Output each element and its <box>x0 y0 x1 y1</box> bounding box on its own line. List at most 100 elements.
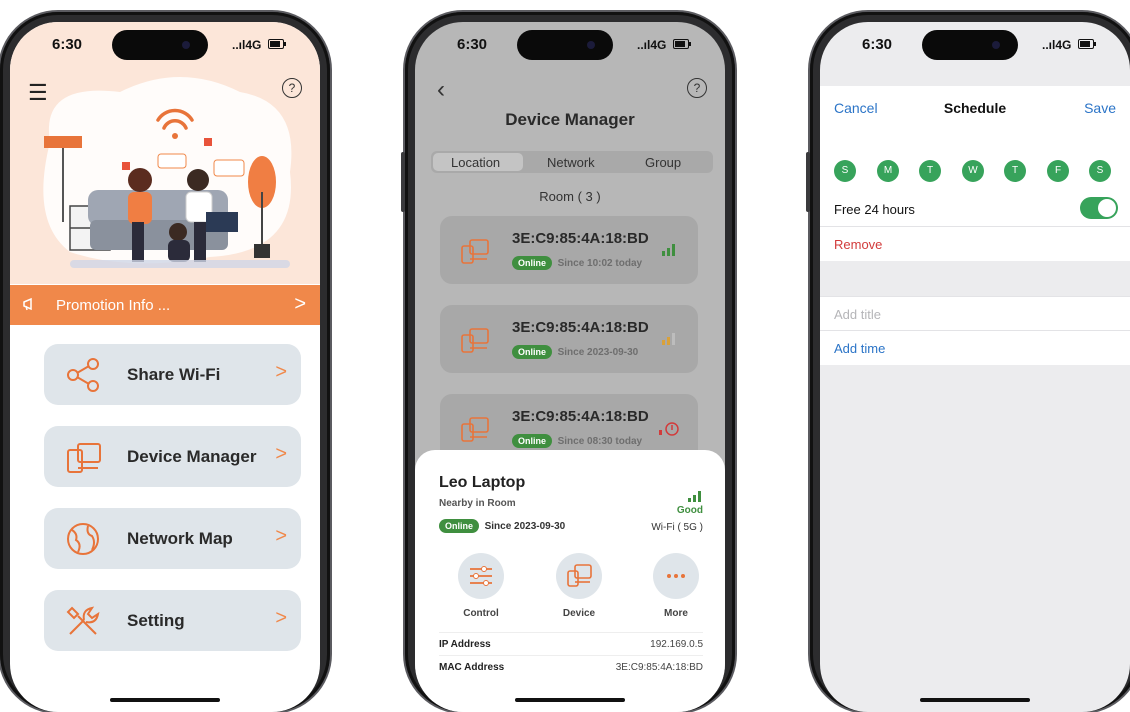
info-key: IP Address <box>439 639 491 650</box>
remove-button[interactable]: Remove <box>834 237 882 252</box>
hamburger-menu-icon[interactable]: ☰ <box>28 80 48 106</box>
device-status: Online Since 08:30 today <box>512 434 642 448</box>
chevron-right-icon: > <box>275 525 287 547</box>
free-24-hours-row: Free 24 hours <box>820 192 1130 226</box>
free-24-hours-label: Free 24 hours <box>834 202 915 217</box>
chevron-right-icon: > <box>294 293 306 315</box>
schedule-nav-bar: Cancel Schedule Save <box>820 86 1130 146</box>
tab-network[interactable]: Network <box>547 155 595 170</box>
dynamic-island <box>922 30 1018 60</box>
status-bar: 6:30 ..ıl4G <box>415 22 725 76</box>
status-bar: 6:30 ..ıl4G <box>10 22 320 76</box>
info-value: 192.169.0.5 <box>650 639 703 650</box>
home-indicator <box>515 698 625 702</box>
day-saturday-toggle[interactable]: S <box>1089 160 1111 182</box>
wifi-band: Wi-Fi ( 5G ) <box>651 522 703 533</box>
signal-indicator: ..ıl4G <box>1042 38 1072 52</box>
device-mac: 3E:C9:85:4A:18:BD <box>512 230 649 247</box>
status-time: 6:30 <box>52 36 83 53</box>
chevron-right-icon: > <box>275 361 287 383</box>
add-time-button[interactable]: Add time <box>834 341 885 356</box>
device-card[interactable]: 3E:C9:85:4A:18:BD Online Since 10:02 tod… <box>440 216 698 284</box>
tab-group[interactable]: Group <box>645 155 681 170</box>
remove-row[interactable]: Remove <box>820 226 1130 261</box>
room-label: Room ( 3 ) <box>539 189 601 204</box>
device-button[interactable] <box>556 553 602 599</box>
network-map-label: Network Map <box>127 529 233 548</box>
home-indicator <box>920 698 1030 702</box>
device-mac: 3E:C9:85:4A:18:BD <box>512 408 649 425</box>
device-manager-button[interactable]: Device Manager > <box>44 426 301 487</box>
tab-location[interactable]: Location <box>451 155 500 170</box>
day-tuesday-toggle[interactable]: T <box>919 160 941 182</box>
more-icon <box>667 574 685 578</box>
save-button[interactable]: Save <box>1084 100 1116 116</box>
online-badge: Online <box>439 519 480 533</box>
device-manager-label: Device Manager <box>127 447 257 466</box>
add-time-row[interactable]: Add time <box>820 330 1130 365</box>
dynamic-island <box>112 30 208 60</box>
sliders-icon <box>470 566 492 586</box>
device-detail-sheet: Leo Laptop Nearby in Room Online Since 2… <box>415 450 725 712</box>
add-title-input[interactable]: Add title <box>834 307 881 322</box>
device-since: Since 2023-09-30 <box>557 347 639 358</box>
phone-home: 6:30 ..ıl4G ☰ ? Promotion Info ... > Sha… <box>0 12 330 712</box>
promotion-label: Promotion Info ... <box>56 297 171 314</box>
device-since: Since 10:02 today <box>557 258 643 269</box>
promotion-banner[interactable]: Promotion Info ... > <box>10 285 320 325</box>
globe-icon <box>64 520 102 558</box>
control-button[interactable] <box>458 553 504 599</box>
day-monday-toggle[interactable]: M <box>877 160 899 182</box>
battery-icon <box>1078 39 1096 49</box>
add-title-row[interactable]: Add title <box>820 296 1130 331</box>
help-icon[interactable]: ? <box>687 78 707 98</box>
signal-indicator: ..ıl4G <box>637 38 667 52</box>
tools-icon <box>64 602 102 640</box>
battery-icon <box>673 39 691 49</box>
device-name: Leo Laptop <box>439 474 526 491</box>
segmented-tabs: Location Network Group <box>431 151 713 173</box>
info-key: MAC Address <box>439 662 505 673</box>
online-badge: Online <box>512 434 553 448</box>
info-row-ip: IP Address 192.169.0.5 <box>439 632 703 653</box>
free-24-hours-switch[interactable] <box>1080 197 1118 219</box>
day-thursday-toggle[interactable]: T <box>1004 160 1026 182</box>
page-title: Device Manager <box>505 110 635 129</box>
info-row-mac: MAC Address 3E:C9:85:4A:18:BD <box>439 655 703 676</box>
phone-device-manager: 6:30 ..ıl4G ‹ ? Device Manager Location … <box>401 12 735 712</box>
schedule-screen: 6:30 ..ıl4G Cancel Schedule Save S M T W… <box>820 22 1130 712</box>
more-button[interactable] <box>653 553 699 599</box>
help-icon[interactable]: ? <box>282 78 302 98</box>
device-since: Since 2023-09-30 <box>484 521 566 532</box>
day-wednesday-toggle[interactable]: W <box>962 160 984 182</box>
device-card[interactable]: 3E:C9:85:4A:18:BD Online Since 2023-09-3… <box>440 305 698 373</box>
device-label: Device <box>562 608 596 619</box>
battery-icon <box>268 39 286 49</box>
setting-label: Setting <box>127 611 185 630</box>
setting-button[interactable]: Setting > <box>44 590 301 651</box>
device-icon <box>64 438 102 476</box>
share-wifi-label: Share Wi-Fi <box>127 365 221 384</box>
device-status: Online Since 10:02 today <box>512 256 642 270</box>
device-location: Nearby in Room <box>439 498 516 509</box>
device-icon <box>460 325 490 355</box>
back-arrow-icon[interactable]: ‹ <box>437 76 445 104</box>
network-map-button[interactable]: Network Map > <box>44 508 301 569</box>
device-icon <box>460 236 490 266</box>
status-time: 6:30 <box>457 36 488 53</box>
device-status: Online Since 2023-09-30 <box>512 345 638 359</box>
more-label: More <box>664 608 688 619</box>
phone-schedule: 6:30 ..ıl4G Cancel Schedule Save S M T W… <box>806 12 1130 712</box>
day-sunday-toggle[interactable]: S <box>834 160 856 182</box>
day-friday-toggle[interactable]: F <box>1047 160 1069 182</box>
info-value: 3E:C9:85:4A:18:BD <box>615 662 703 673</box>
online-badge: Online <box>512 345 553 359</box>
online-badge: Online <box>512 256 553 270</box>
signal-indicator: ..ıl4G <box>232 38 262 52</box>
chevron-right-icon: > <box>275 607 287 629</box>
share-wifi-button[interactable]: Share Wi-Fi > <box>44 344 301 405</box>
chevron-right-icon: > <box>275 443 287 465</box>
control-label: Control <box>463 608 499 619</box>
dynamic-island <box>517 30 613 60</box>
device-icon <box>460 414 490 444</box>
